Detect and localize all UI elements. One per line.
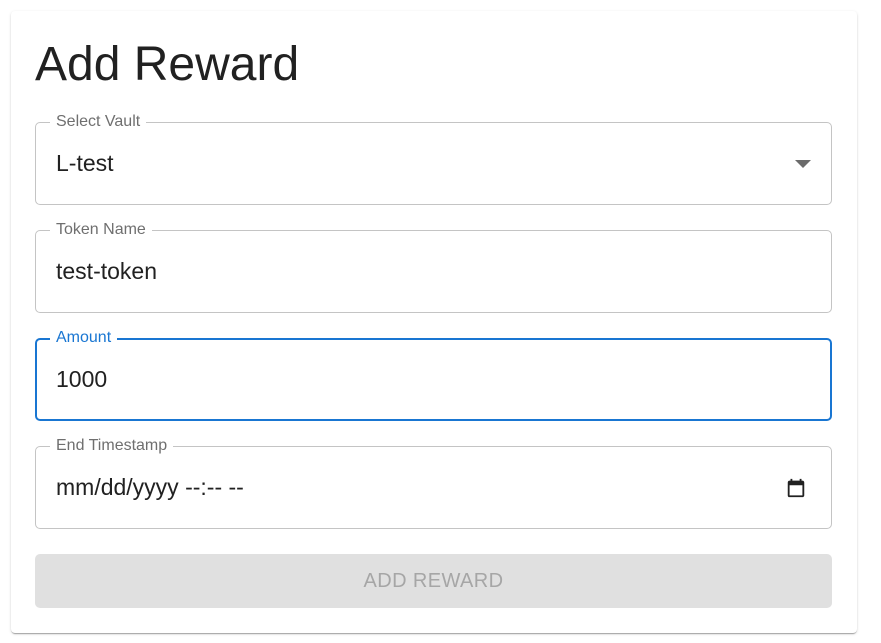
token-name-value[interactable]: test-token [56,257,157,285]
end-timestamp-label: End Timestamp [50,437,174,455]
token-name-label: Token Name [50,221,152,239]
end-timestamp-field[interactable]: End Timestamp mm/dd/yyyy --:-- -- [35,437,832,529]
page-title: Add Reward [35,38,300,91]
amount-value[interactable]: 1000 [56,365,107,393]
amount-field[interactable]: Amount 1000 [35,329,832,421]
vault-select[interactable]: Select Vault L-test [35,113,832,205]
vault-select-value: L-test [56,150,114,176]
add-reward-card: Add Reward Select Vault L-test Token Nam… [11,11,857,633]
dropdown-arrow-icon[interactable] [795,160,811,168]
add-reward-button[interactable]: ADD REWARD [35,554,832,608]
calendar-icon[interactable] [785,477,807,499]
vault-select-label: Select Vault [50,113,147,131]
end-timestamp-value[interactable]: mm/dd/yyyy --:-- -- [56,473,244,501]
amount-label: Amount [50,329,118,347]
token-name-field[interactable]: Token Name test-token [35,221,832,313]
